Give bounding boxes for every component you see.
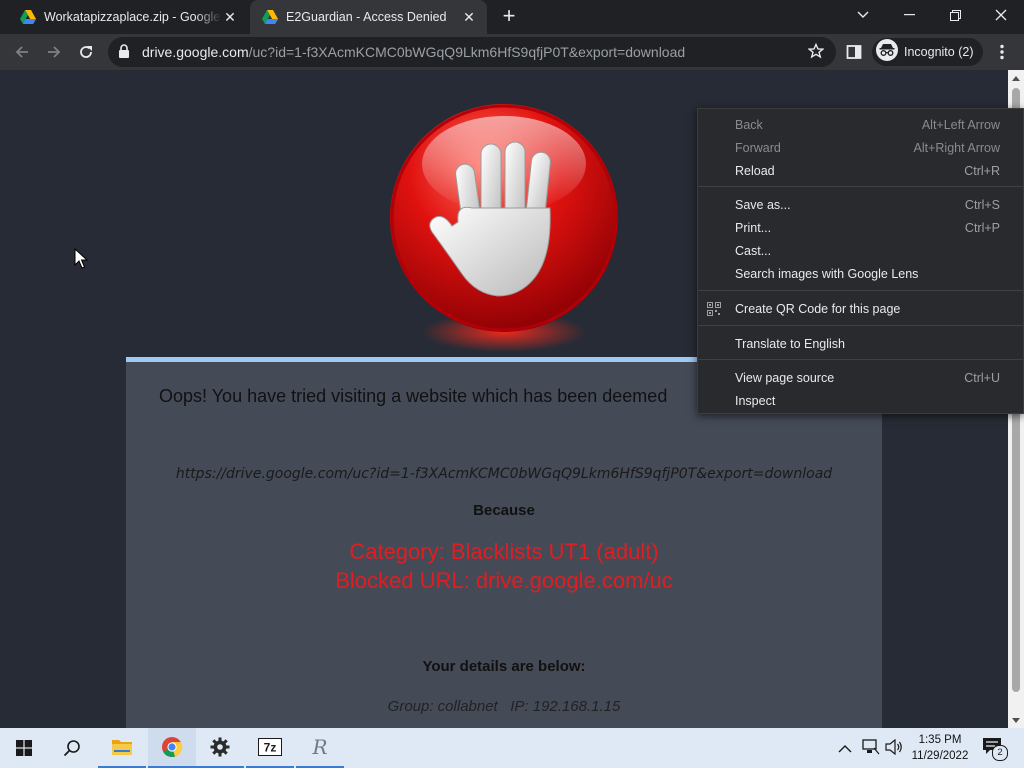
menu-item-label: Forward: [735, 141, 781, 155]
menu-item-label: Cast...: [735, 244, 772, 258]
qr-code-icon: [707, 302, 721, 316]
menu-item-label: Back: [735, 118, 763, 132]
side-panel-icon[interactable]: [840, 38, 868, 66]
volume-icon[interactable]: [885, 738, 903, 760]
menu-item-label: Translate to English: [735, 337, 846, 351]
menu-item-shortcut: Alt+Left Arrow: [921, 118, 1000, 132]
mouse-cursor-icon: [74, 247, 89, 274]
menu-item-save-as[interactable]: Save as... Ctrl+S: [698, 194, 1023, 217]
7zip-icon[interactable]: 7z: [246, 728, 294, 768]
scroll-down-icon[interactable]: [1008, 712, 1024, 728]
close-tab-icon[interactable]: ✕: [222, 9, 238, 25]
details-heading: Your details are below:: [422, 658, 586, 675]
notification-count-badge: 2: [992, 745, 1008, 761]
url-path: /uc?id=1-f3XAcmKCMC0bWGqQ9Lkm6HfS9qfjP0T…: [248, 44, 686, 60]
menu-item-label: View page source: [735, 371, 835, 385]
minimize-icon[interactable]: [886, 0, 932, 30]
reason-blocked-url: Blocked URL: drive.google.com/uc: [335, 568, 673, 593]
url-host: drive.google.com: [142, 44, 249, 60]
details-group-ip: Group: collabnet IP: 192.168.1.15: [387, 698, 621, 715]
stop-hand-icon: [386, 104, 622, 379]
forward-icon[interactable]: [40, 38, 68, 66]
menu-item-shortcut: Ctrl+U: [964, 371, 1000, 385]
menu-item-forward[interactable]: Forward Alt+Right Arrow: [698, 137, 1023, 160]
browser-toolbar: drive.google.com/uc?id=1-f3XAcmKCMC0bWGq…: [0, 34, 1024, 70]
lock-icon[interactable]: [118, 44, 130, 64]
menu-item-shortcut: Ctrl+S: [964, 198, 1000, 212]
r-app-icon[interactable]: R: [296, 728, 344, 768]
menu-item-back[interactable]: Back Alt+Left Arrow: [698, 114, 1023, 137]
notifications-icon[interactable]: 2: [982, 737, 1008, 761]
incognito-profile-button[interactable]: Incognito (2): [872, 38, 984, 66]
windows-taskbar: 7z R 1:35 PM 11/29/2022 2: [0, 728, 1024, 768]
url-text: drive.google.com/uc?id=1-f3XAcmKCMC0bWGq…: [142, 44, 685, 60]
reload-icon[interactable]: [72, 38, 100, 66]
windows-start-icon[interactable]: [0, 728, 48, 768]
menu-item-inspect[interactable]: Inspect: [698, 390, 1023, 413]
menu-item-translate[interactable]: Translate to English: [698, 333, 1023, 356]
blocked-url-text: https://drive.google.com/uc?id=1-f3XAcmK…: [175, 466, 833, 482]
menu-item-label: Save as...: [735, 198, 791, 212]
menu-item-label: Inspect: [735, 394, 776, 408]
menu-item-shortcut: Ctrl+R: [964, 164, 1000, 178]
context-menu: Back Alt+Left Arrow Forward Alt+Right Ar…: [697, 108, 1024, 414]
menu-separator: [698, 290, 1023, 291]
close-tab-icon[interactable]: ✕: [461, 9, 477, 25]
google-drive-icon: [262, 9, 278, 25]
block-reason: Category: Blacklists UT1 (adult) Blocked…: [126, 537, 882, 595]
show-hidden-icons-icon[interactable]: [838, 740, 852, 758]
tab-workatapizzaplace[interactable]: Workatapizzaplace.zip - Google Drive ✕: [8, 0, 248, 34]
restore-icon[interactable]: [932, 0, 978, 30]
scroll-up-icon[interactable]: [1008, 70, 1024, 86]
clock-time: 1:35 PM: [918, 734, 962, 746]
bookmark-star-icon[interactable]: [807, 42, 825, 64]
close-window-icon[interactable]: [978, 0, 1024, 30]
clock-date: 11/29/2022: [911, 750, 969, 762]
tab-e2guardian[interactable]: E2Guardian - Access Denied ✕: [250, 0, 487, 34]
svg-text:R: R: [311, 736, 327, 758]
menu-item-shortcut: Ctrl+P: [964, 221, 1000, 235]
menu-separator: [698, 359, 1023, 360]
settings-icon[interactable]: [196, 728, 244, 768]
menu-item-label: Create QR Code for this page: [735, 302, 901, 316]
system-clock[interactable]: 1:35 PM 11/29/2022: [906, 732, 974, 764]
tab-strip: Workatapizzaplace.zip - Google Drive ✕ E…: [0, 0, 1024, 34]
chrome-icon[interactable]: [148, 728, 196, 768]
menu-item-label: Search images with Google Lens: [735, 267, 919, 281]
tab-title: E2Guardian - Access Denied: [286, 10, 447, 24]
menu-item-view-page-source[interactable]: View page source Ctrl+U: [698, 367, 1023, 390]
menu-item-label: Reload: [735, 164, 775, 178]
menu-item-cast[interactable]: Cast...: [698, 240, 1023, 263]
address-bar[interactable]: drive.google.com/uc?id=1-f3XAcmKCMC0bWGq…: [108, 37, 836, 67]
block-heading: Oops! You have tried visiting a website …: [159, 386, 668, 406]
tab-search-icon[interactable]: [840, 0, 886, 30]
menu-item-google-lens[interactable]: Search images with Google Lens: [698, 263, 1023, 286]
svg-text:7z: 7z: [264, 741, 277, 755]
google-drive-icon: [20, 9, 36, 25]
menu-item-reload[interactable]: Reload Ctrl+R: [698, 160, 1023, 183]
menu-item-shortcut: Alt+Right Arrow: [913, 141, 1001, 155]
reason-category: Category: Blacklists UT1 (adult): [349, 539, 659, 564]
new-tab-button[interactable]: +: [498, 5, 520, 27]
browser-menu-icon[interactable]: [988, 38, 1016, 66]
file-explorer-icon[interactable]: [98, 728, 146, 768]
back-icon[interactable]: [8, 38, 36, 66]
menu-separator: [698, 325, 1023, 326]
menu-item-label: Print...: [735, 221, 772, 235]
because-label: Because: [473, 502, 535, 519]
network-icon[interactable]: [862, 739, 880, 760]
menu-item-print[interactable]: Print... Ctrl+P: [698, 217, 1023, 240]
menu-item-create-qr-code[interactable]: Create QR Code for this page: [698, 298, 1023, 321]
incognito-icon: [876, 38, 898, 66]
menu-separator: [698, 186, 1023, 187]
search-icon[interactable]: [48, 728, 96, 768]
incognito-label: Incognito (2): [904, 45, 974, 59]
tab-title: Workatapizzaplace.zip - Google Drive: [44, 10, 222, 24]
